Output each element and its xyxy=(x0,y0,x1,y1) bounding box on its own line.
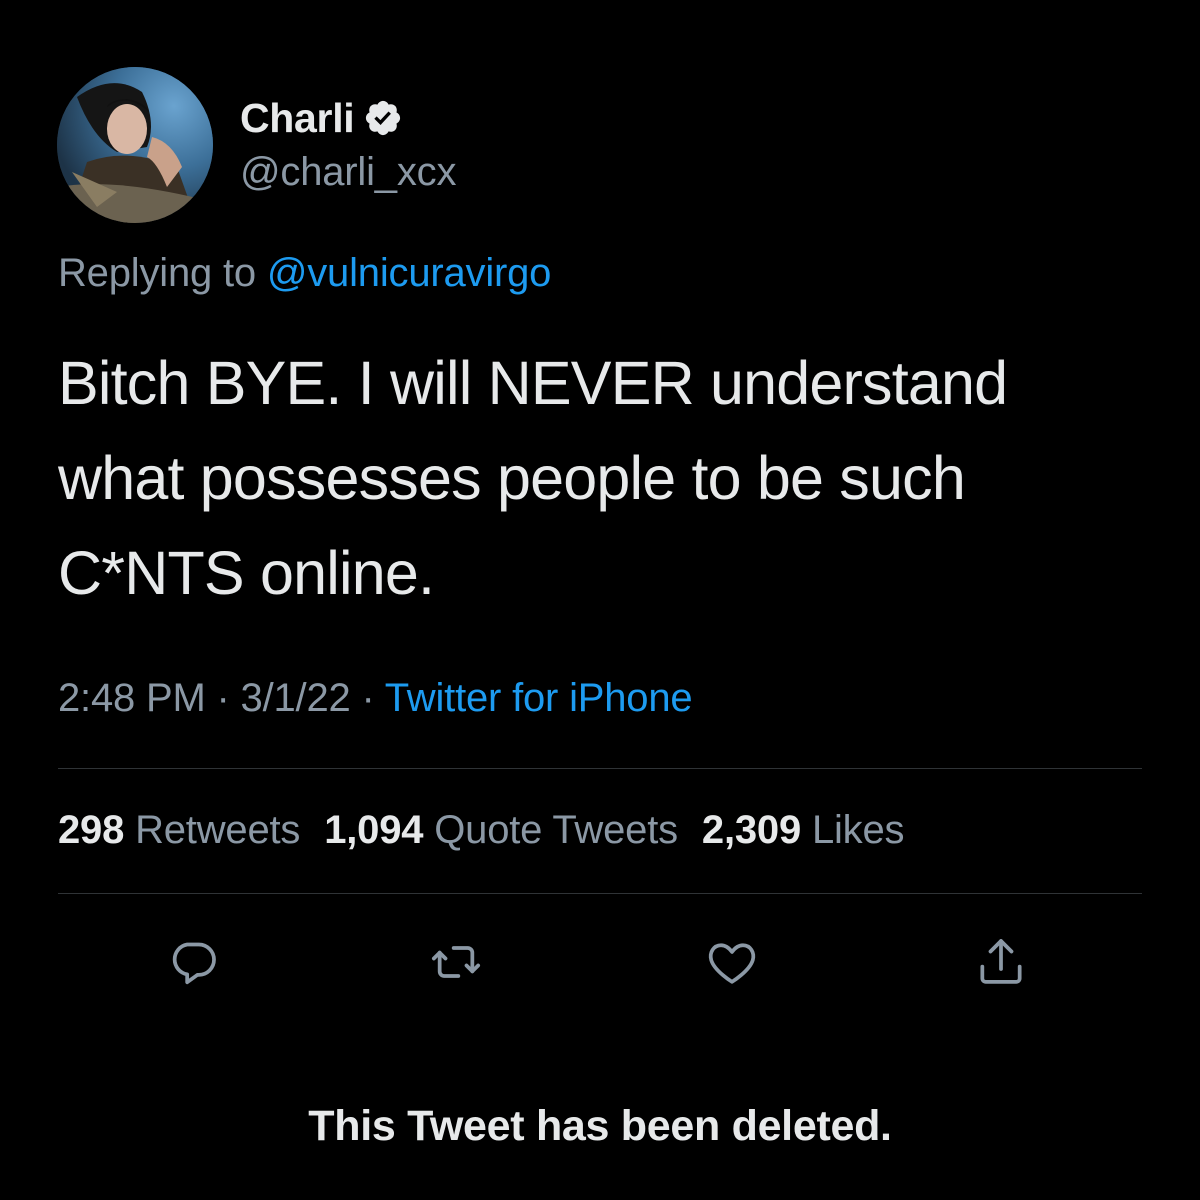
tweet-body: Bitch BYE. I will NEVER understand what … xyxy=(58,336,1148,621)
reply-button[interactable] xyxy=(161,930,225,994)
replying-to: Replying to @vulnicuravirgo xyxy=(58,251,551,296)
verified-badge-icon xyxy=(363,98,403,138)
tweet-time: 2:48 PM xyxy=(58,676,206,720)
share-button[interactable] xyxy=(969,930,1033,994)
avatar[interactable] xyxy=(57,67,213,223)
retweets-stat[interactable]: 298 Retweets xyxy=(58,808,300,852)
meta-separator: · xyxy=(350,676,385,720)
likes-count: 2,309 xyxy=(701,808,802,852)
likes-label: Likes xyxy=(811,808,905,852)
tweet-text-line: what possesses people to be such xyxy=(58,444,966,512)
tweet-source-link[interactable]: Twitter for iPhone xyxy=(385,676,693,720)
quote-tweets-label: Quote Tweets xyxy=(434,808,678,852)
tweet-date: 3/1/22 xyxy=(240,676,351,720)
tweet-text-line: Bitch BYE. I will NEVER understand xyxy=(58,349,1008,417)
divider xyxy=(58,768,1142,769)
reply-icon xyxy=(172,942,216,985)
author-name-row: Charli xyxy=(240,93,403,143)
action-bar xyxy=(0,930,1200,994)
likes-stat[interactable]: 2,309 Likes xyxy=(701,808,905,852)
tweet-stats: 298 Retweets 1,094 Quote Tweets 2,309 Like… xyxy=(58,808,905,853)
tweet-meta: 2:48 PM · 3/1/22 · Twitter for iPhone xyxy=(58,676,693,721)
share-icon xyxy=(980,939,1022,984)
tweet-text-line: C*NTS online. xyxy=(58,539,435,607)
display-name[interactable]: Charli xyxy=(240,95,355,142)
profile-photo-icon xyxy=(57,67,213,223)
tweet-card: Charli @charli_xcx Replying to @vulnicur… xyxy=(0,0,1200,1200)
heart-icon xyxy=(708,943,756,984)
divider xyxy=(58,893,1142,894)
deleted-notice: This Tweet has been deleted. xyxy=(308,1102,892,1150)
reply-mention-link[interactable]: @vulnicuravirgo xyxy=(267,251,552,295)
meta-separator: · xyxy=(205,676,241,720)
retweet-button[interactable] xyxy=(424,930,488,994)
retweets-label: Retweets xyxy=(135,808,301,852)
replying-to-label: Replying to xyxy=(58,251,267,295)
user-handle[interactable]: @charli_xcx xyxy=(240,150,456,195)
like-button[interactable] xyxy=(700,930,764,994)
quote-tweets-count: 1,094 xyxy=(324,808,424,852)
retweet-icon xyxy=(431,946,481,978)
quote-tweets-stat[interactable]: 1,094 Quote Tweets xyxy=(324,808,678,852)
retweets-count: 298 xyxy=(58,808,125,852)
